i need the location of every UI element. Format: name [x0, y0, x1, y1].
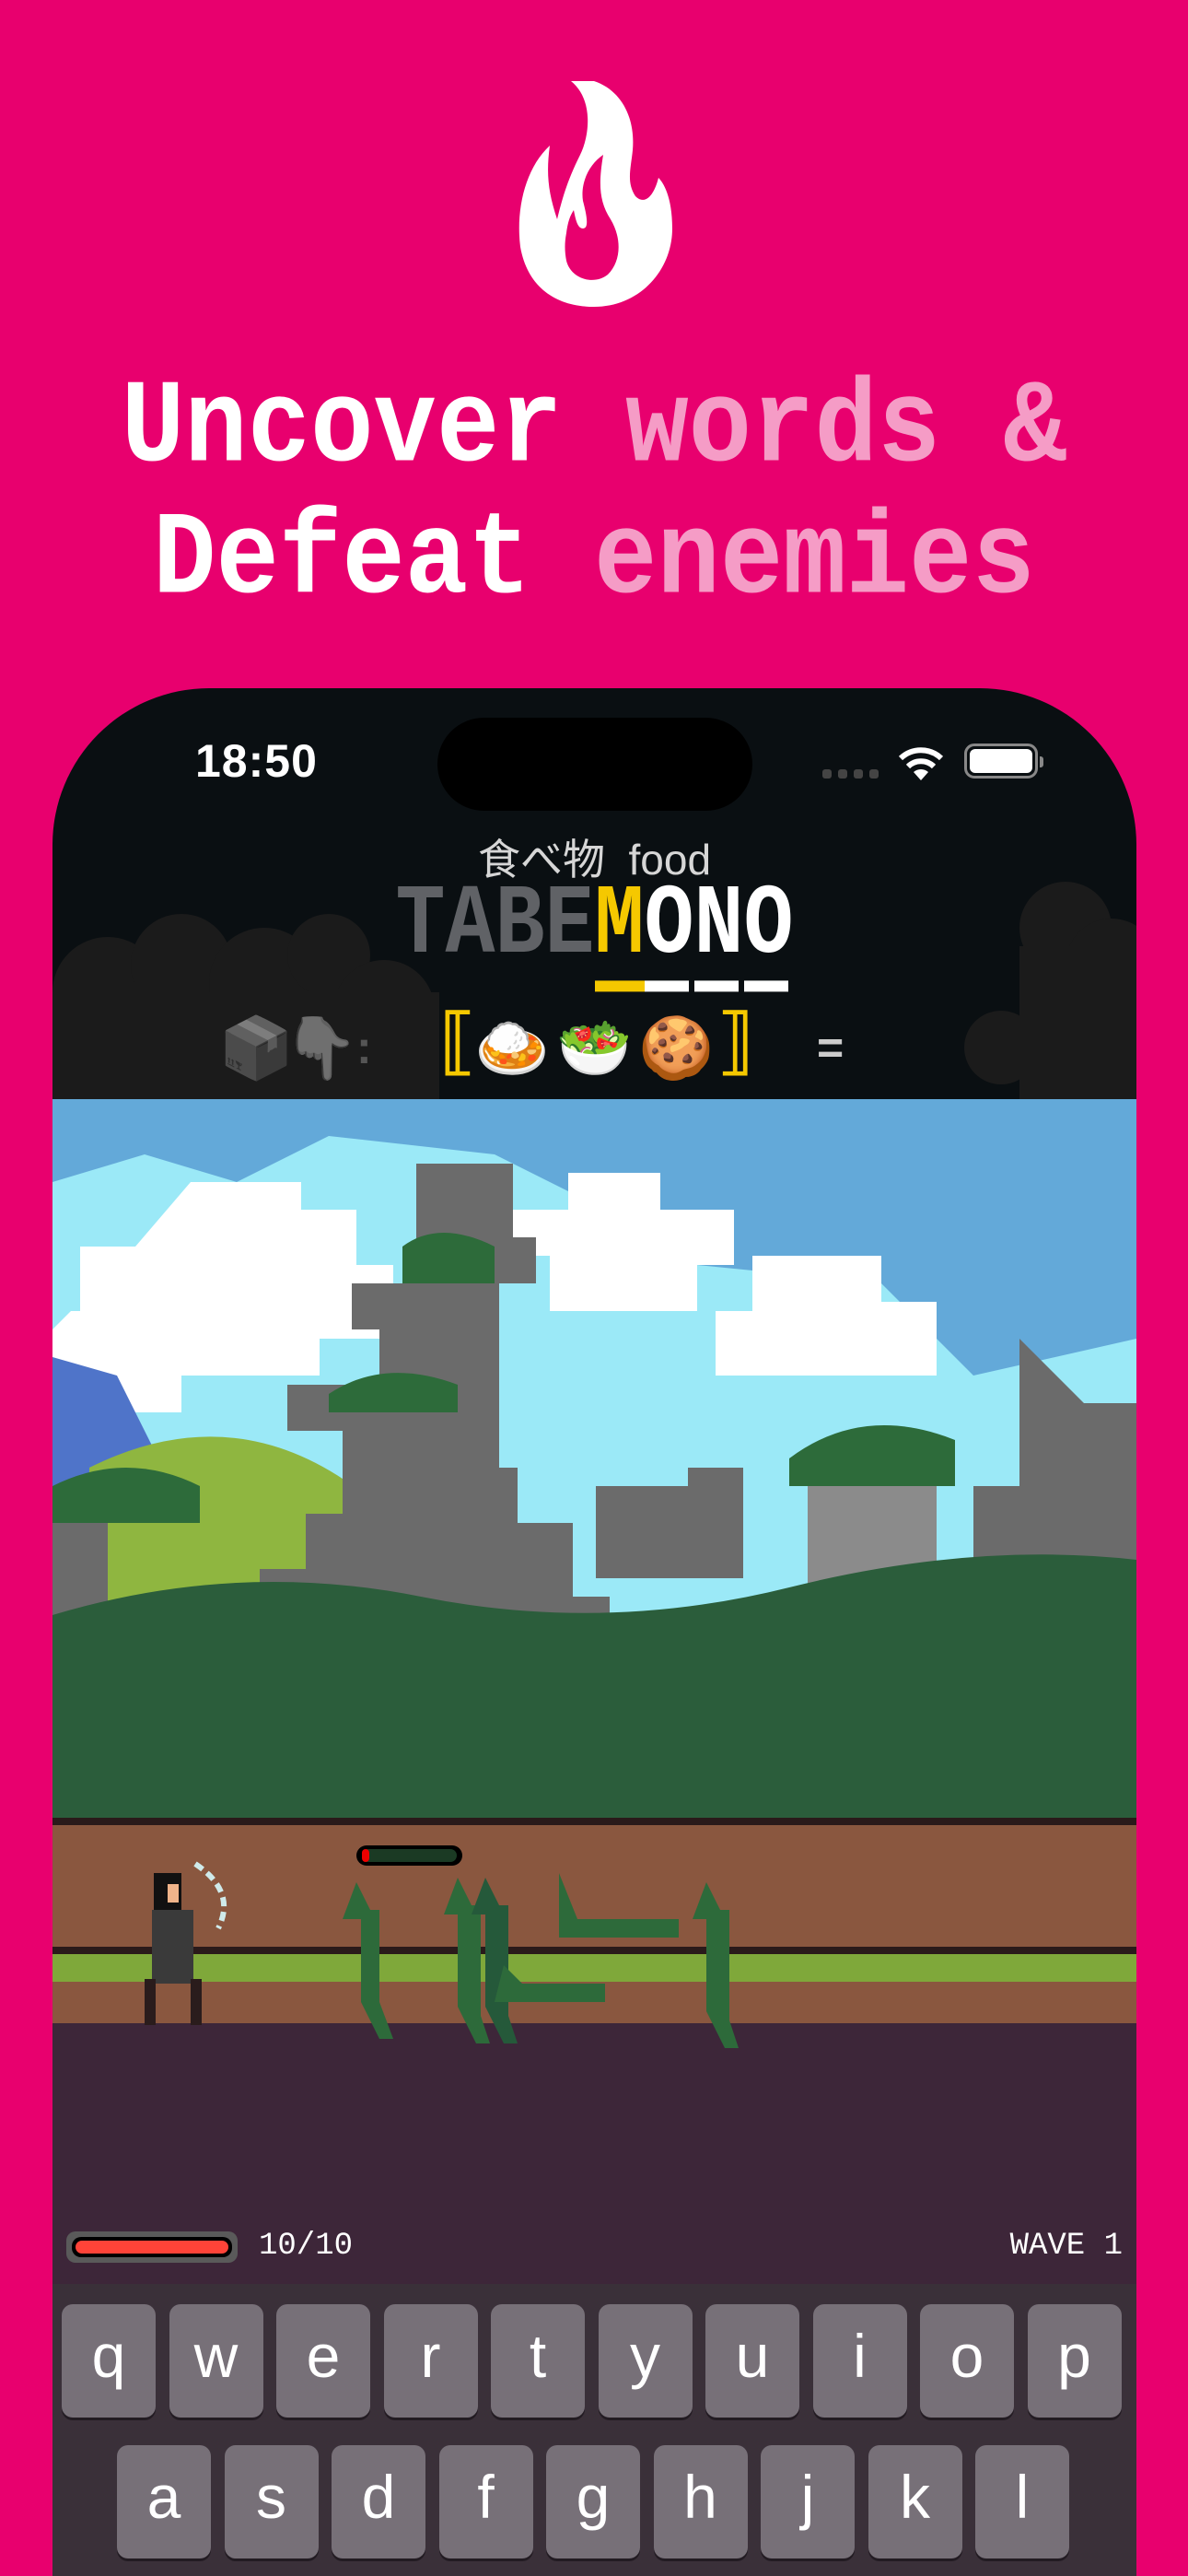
key-p[interactable]: p — [1027, 2304, 1122, 2418]
player-health-bar — [66, 2231, 238, 2263]
bracket-close: ⟧ — [714, 1005, 759, 1089]
hint-colon: : — [356, 1022, 372, 1073]
key-k[interactable]: k — [868, 2445, 962, 2558]
headline-line-1: Uncover words & — [0, 371, 1188, 489]
key-i[interactable]: i — [812, 2304, 907, 2418]
key-a[interactable]: a — [117, 2445, 211, 2558]
dynamic-island — [437, 718, 752, 811]
word-remaining: ONO — [644, 876, 794, 992]
key-l[interactable]: l — [975, 2445, 1069, 2558]
key-q[interactable]: q — [62, 2304, 156, 2418]
key-j[interactable]: j — [761, 2445, 855, 2558]
key-r[interactable]: r — [383, 2304, 478, 2418]
key-t[interactable]: t — [491, 2304, 585, 2418]
status-time: 18:50 — [195, 735, 318, 787]
wifi-icon — [898, 747, 944, 780]
key-d[interactable]: d — [332, 2445, 425, 2558]
emoji-hint-row: 📦 👇 : ⟦ 🍛 🥗 🍪 ⟧ = — [52, 1001, 1136, 1094]
word-revealed: TABE — [395, 870, 595, 983]
curry-emoji: 🍛 — [474, 1013, 551, 1082]
pointing-down-icon: 👇 — [283, 1013, 359, 1082]
key-y[interactable]: y — [598, 2304, 693, 2418]
headline-pink: enemies — [594, 495, 1035, 628]
salad-emoji: 🥗 — [556, 1013, 633, 1082]
key-w[interactable]: w — [169, 2304, 263, 2418]
target-word: TABEMONO — [52, 870, 1136, 992]
key-o[interactable]: o — [920, 2304, 1014, 2418]
headline-line-2: Defeat enemies — [0, 503, 1188, 621]
key-s[interactable]: s — [224, 2445, 319, 2558]
key-u[interactable]: u — [705, 2304, 799, 2418]
health-text: 10/10 — [259, 2229, 354, 2264]
headline-pink: words & — [625, 363, 1067, 497]
keyboard: qwertyuiop asdfghjkl — [52, 2284, 1136, 2576]
headline-white: Uncover — [121, 363, 563, 497]
wave-label: WAVE 1 — [1009, 2229, 1123, 2264]
phone-frame: 18:50 食べ物 food TABEMONO 📦 👇 : ⟦ 🍛 🥗 🍪 ⟧ … — [52, 688, 1136, 2576]
flame-icon — [518, 81, 672, 307]
equals-sign: = — [817, 1022, 844, 1073]
key-g[interactable]: g — [546, 2445, 640, 2558]
key-h[interactable]: h — [653, 2445, 748, 2558]
enemy-health-bar — [356, 1845, 462, 1866]
game-scene[interactable] — [52, 1099, 1136, 2284]
key-e[interactable]: e — [276, 2304, 370, 2418]
cookie-emoji: 🍪 — [638, 1013, 715, 1082]
cellular-signal-icon — [822, 769, 879, 779]
battery-icon — [964, 744, 1043, 779]
key-f[interactable]: f — [438, 2445, 533, 2558]
headline-white: Defeat — [153, 495, 531, 628]
word-current-letter: M — [594, 877, 645, 992]
bracket-open: ⟦ — [435, 1005, 480, 1089]
